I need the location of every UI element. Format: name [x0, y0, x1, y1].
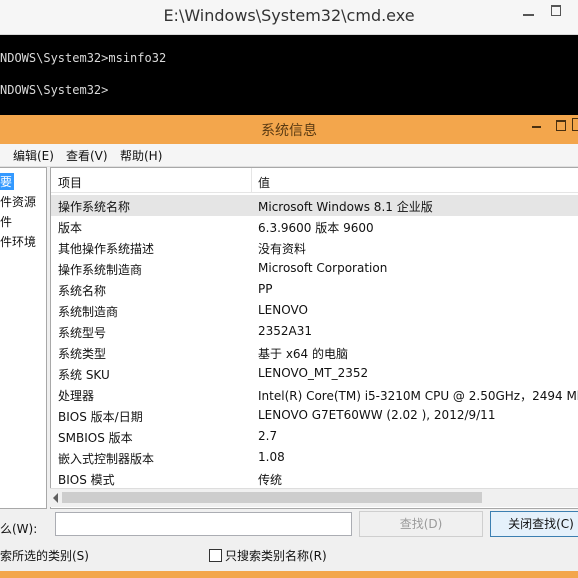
table-row[interactable]: 其他操作系统描述 没有资料 — [51, 237, 578, 258]
table-row[interactable]: 系统型号 2352A31 — [51, 321, 578, 342]
find-bar: 么(W): 查找(D) 关闭查找(C) — [0, 510, 578, 550]
row-value: 传统 — [258, 473, 283, 487]
row-item: 系统制造商 — [58, 305, 119, 319]
row-item: 处理器 — [58, 389, 95, 403]
row-value: LENOVO_MT_2352 — [258, 366, 369, 380]
row-item: BIOS 模式 — [58, 473, 115, 487]
table-row[interactable]: 系统制造商 LENOVO — [51, 300, 578, 321]
find-what-input[interactable] — [55, 512, 352, 536]
column-header-value[interactable]: 值 — [258, 174, 270, 191]
table-row[interactable]: 系统 SKU LENOVO_MT_2352 — [51, 363, 578, 384]
row-item: 嵌入式控制器版本 — [58, 452, 155, 466]
row-item: SMBIOS 版本 — [58, 431, 133, 445]
row-item: 操作系统名称 — [58, 200, 131, 214]
tree-item-components[interactable]: 件 — [0, 213, 12, 230]
table-row[interactable]: 操作系统名称 Microsoft Windows 8.1 企业版 — [51, 195, 578, 216]
scrollbar-thumb[interactable] — [62, 492, 482, 503]
table-row[interactable]: 处理器 Intel(R) Core(TM) i5-3210M CPU @ 2.5… — [51, 384, 578, 405]
search-category-names-label[interactable]: 只搜索类别名称(R) — [225, 547, 327, 564]
info-table: 项目 值 操作系统名称 Microsoft Windows 8.1 企业版 版本… — [50, 167, 578, 509]
table-header: 项目 值 — [51, 168, 578, 193]
row-value: 2.7 — [258, 429, 278, 443]
table-row[interactable]: 嵌入式控制器版本 1.08 — [51, 447, 578, 468]
find-what-label: 么(W): — [0, 522, 38, 536]
find-button[interactable]: 查找(D) — [359, 511, 483, 537]
row-item: 系统型号 — [58, 326, 107, 340]
cmd-window: E:\Windows\System32\cmd.exe NDOWS\System… — [0, 0, 578, 115]
column-divider[interactable] — [251, 168, 252, 192]
search-category-names-checkbox[interactable] — [209, 549, 222, 562]
console-line[interactable]: NDOWS\System32> — [0, 83, 108, 97]
row-item: 版本 — [58, 221, 83, 235]
category-tree: 要 件资源 件 件环境 — [0, 167, 47, 509]
tree-item-software-environment[interactable]: 件环境 — [0, 233, 36, 250]
row-item: 系统 SKU — [58, 368, 110, 382]
menu-help[interactable]: 帮助(H) — [120, 147, 162, 164]
row-value: PP — [258, 282, 273, 296]
tree-item-hardware-resources[interactable]: 件资源 — [0, 193, 36, 210]
table-row[interactable]: SMBIOS 版本 2.7 — [51, 426, 578, 447]
row-item: 系统名称 — [58, 284, 107, 298]
menu-bar: 编辑(E) 查看(V) 帮助(H) — [0, 144, 578, 167]
maximize-icon[interactable] — [556, 120, 566, 131]
maximize-icon[interactable] — [551, 5, 561, 16]
row-value: 没有资料 — [258, 242, 307, 256]
row-value: 2352A31 — [258, 324, 313, 338]
tree-item-summary[interactable]: 要 — [0, 173, 15, 190]
cmd-title-bar[interactable]: E:\Windows\System32\cmd.exe — [0, 0, 578, 35]
scroll-left-icon[interactable] — [53, 493, 58, 503]
minimize-icon[interactable] — [532, 126, 541, 128]
msinfo-title-bar[interactable]: 系统信息 — [0, 115, 578, 144]
row-value: Microsoft Corporation — [258, 261, 388, 275]
table-row[interactable]: BIOS 版本/日期 LENOVO G7ET60WW (2.02 ), 2012… — [51, 405, 578, 426]
row-value: Intel(R) Core(TM) i5-3210M CPU @ 2.50GHz… — [258, 389, 578, 403]
row-item: BIOS 版本/日期 — [58, 410, 143, 424]
window-bottom-border — [0, 571, 578, 578]
search-selected-category-label[interactable]: 索所选的类别(S) — [0, 547, 89, 564]
table-row[interactable]: 版本 6.3.9600 版本 9600 — [51, 216, 578, 237]
close-find-button[interactable]: 关闭查找(C) — [490, 511, 578, 537]
row-value: 1.08 — [258, 450, 285, 464]
msinfo-window-title: 系统信息 — [261, 123, 317, 139]
system-information-window: 系统信息 编辑(E) 查看(V) 帮助(H) 要 件资源 件 件环境 项目 值 … — [0, 115, 578, 578]
row-value: LENOVO G7ET60WW (2.02 ), 2012/9/11 — [258, 408, 496, 422]
horizontal-scrollbar[interactable] — [50, 488, 578, 507]
cmd-window-title: E:\Windows\System32\cmd.exe — [163, 6, 415, 25]
menu-edit[interactable]: 编辑(E) — [13, 147, 54, 164]
minimize-icon[interactable] — [523, 14, 534, 16]
table-row[interactable]: 系统类型 基于 x64 的电脑 — [51, 342, 578, 363]
console-line: NDOWS\System32>msinfo32 — [0, 51, 167, 65]
row-value: 6.3.9600 版本 9600 — [258, 221, 374, 235]
row-value: Microsoft Windows 8.1 企业版 — [258, 200, 433, 214]
close-icon[interactable] — [572, 118, 578, 131]
search-options: 索所选的类别(S) 只搜索类别名称(R) — [0, 546, 578, 566]
row-value: 基于 x64 的电脑 — [258, 347, 349, 361]
row-item: 系统类型 — [58, 347, 107, 361]
menu-view[interactable]: 查看(V) — [66, 147, 108, 164]
table-row[interactable]: 操作系统制造商 Microsoft Corporation — [51, 258, 578, 279]
row-item: 操作系统制造商 — [58, 263, 143, 277]
column-header-item[interactable]: 项目 — [58, 174, 82, 191]
row-value: LENOVO — [258, 303, 308, 317]
row-item: 其他操作系统描述 — [58, 242, 155, 256]
table-row[interactable]: 系统名称 PP — [51, 279, 578, 300]
table-row[interactable]: BIOS 模式 传统 — [51, 468, 578, 489]
